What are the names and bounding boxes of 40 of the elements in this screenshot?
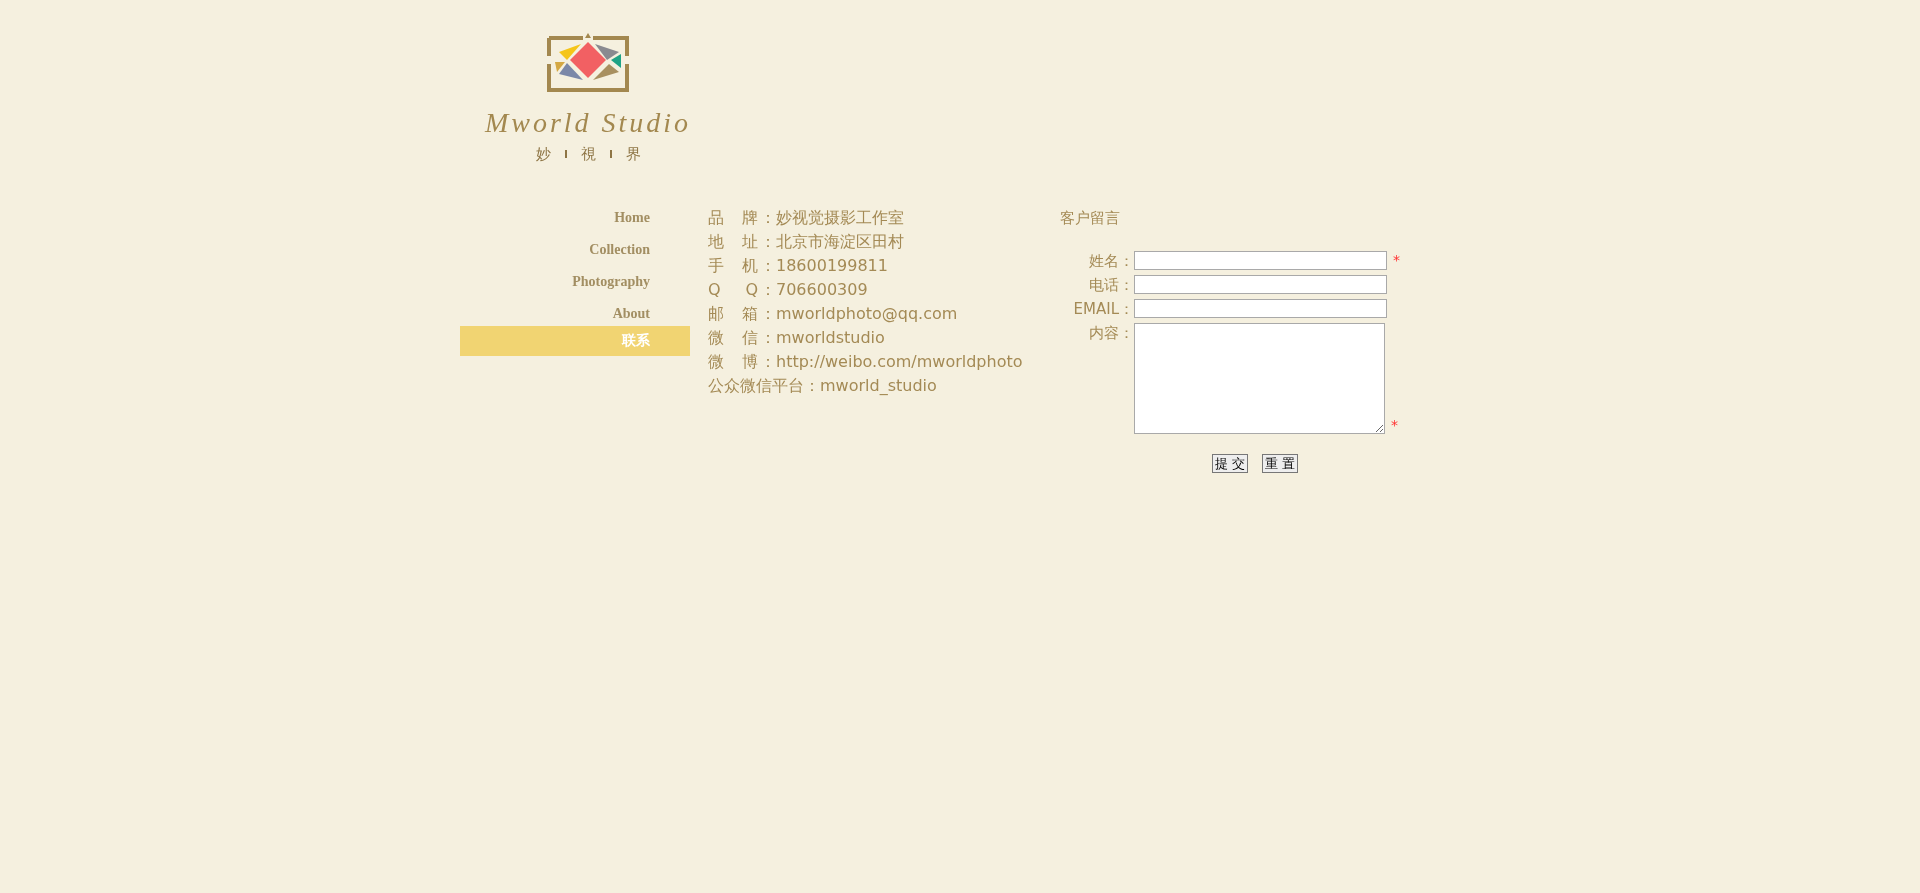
contact-label: 品牌 [708, 207, 758, 229]
form-button[interactable]: 提 交 [1212, 454, 1249, 473]
contact-value: ：北京市海淀区田村 [760, 231, 904, 253]
contact-value: ：706600309 [760, 279, 868, 301]
contact-value: ：18600199811 [760, 255, 888, 277]
camera-logo-icon [545, 32, 631, 94]
contact-label: 手机 [708, 255, 758, 277]
field-label: EMAIL： [1072, 299, 1134, 319]
contact-value: ：http://weibo.com/mworldphoto [760, 351, 1023, 373]
form-button[interactable]: 重 置 [1262, 454, 1299, 473]
required-mark: * [1391, 416, 1398, 434]
contact-label: 邮箱 [708, 303, 758, 325]
logo-tagline-character: 視 [580, 144, 596, 164]
required-mark: * [1393, 251, 1400, 269]
contact-label: Q Q [708, 279, 758, 301]
logo-tagline-character: 妙 [535, 144, 551, 164]
contact-label: 公众微信平台 [708, 375, 804, 397]
contact-value: ：mworldstudio [760, 327, 885, 349]
nav-link[interactable]: Photography [460, 266, 690, 298]
nav-link[interactable]: Home [460, 202, 690, 234]
contact-value: ：mworldphoto@qq.com [760, 303, 958, 325]
nav-link[interactable]: Collection [460, 234, 690, 266]
message-field[interactable] [1134, 323, 1385, 434]
logo-tagline-character: 界 [625, 144, 641, 164]
field-label: 电话： [1088, 275, 1134, 295]
separator-mark [609, 150, 612, 158]
separator-mark [564, 150, 567, 158]
logo-wordmark: Mworld Studio [484, 106, 692, 140]
contact-value: ：妙视觉摄影工作室 [760, 207, 904, 229]
form-title: 客户留言 [1060, 208, 1121, 229]
field-label: 内容： [1088, 323, 1134, 343]
field-label: 姓名： [1088, 251, 1134, 271]
contact-label: 微博 [708, 351, 758, 373]
nav-link[interactable]: 联系 [460, 326, 690, 356]
input-field[interactable] [1134, 251, 1387, 270]
input-field[interactable] [1134, 275, 1387, 294]
input-field[interactable] [1134, 299, 1387, 318]
contact-value: ：mworld_studio [804, 375, 937, 397]
contact-label: 微信 [708, 327, 758, 349]
contact-label: 地址 [708, 231, 758, 253]
